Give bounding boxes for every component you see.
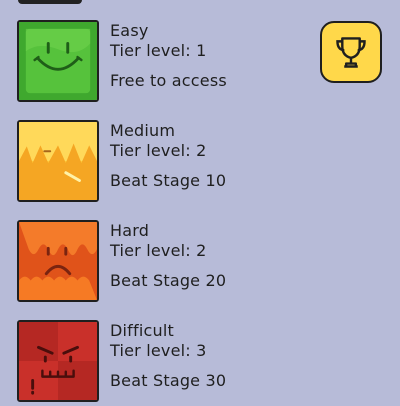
frown-face-icon [19,222,97,300]
tier-requirement: Beat Stage 30 [110,371,227,390]
tier-requirement: Beat Stage 10 [110,171,227,190]
tier-level: Tier level: 3 [110,341,207,360]
tier-name: Difficult [110,321,174,340]
tier-card-difficult[interactable] [17,320,99,402]
smiley-face-icon [19,22,97,100]
previous-item-edge [18,0,82,4]
tier-card-easy[interactable] [17,20,99,102]
tier-row-hard[interactable]: Hard Tier level: 2 Beat Stage 20 [0,220,320,306]
tier-row-difficult[interactable]: Difficult Tier level: 3 Beat Stage 30 [0,320,320,406]
trophy-button[interactable] [320,21,382,83]
tier-level: Tier level: 2 [110,141,207,160]
tier-requirement: Free to access [110,71,227,90]
trophy-icon [336,37,366,68]
tier-level: Tier level: 1 [110,41,207,60]
tier-row-medium[interactable]: Medium Tier level: 2 Beat Stage 10 [0,120,320,206]
tier-card-hard[interactable] [17,220,99,302]
angry-face-icon [19,322,97,400]
tier-level: Tier level: 2 [110,241,207,260]
tier-name: Hard [110,221,150,240]
tier-name: Easy [110,21,149,40]
tier-card-medium[interactable] [17,120,99,202]
tier-name: Medium [110,121,176,140]
tier-requirement: Beat Stage 20 [110,271,227,290]
flat-face-icon [19,122,97,200]
tier-row-easy[interactable]: Easy Tier level: 1 Free to access [0,20,320,106]
